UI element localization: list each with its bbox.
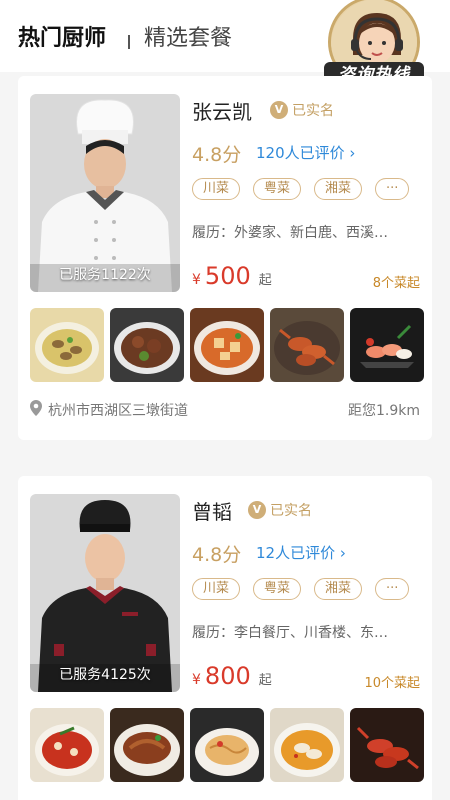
- more-tags-button[interactable]: ···: [375, 178, 410, 200]
- noodles-dish-icon[interactable]: [190, 708, 264, 782]
- chef-name: 张云凯: [192, 100, 252, 124]
- location-pin-icon: [30, 400, 42, 420]
- verified-v-icon: V: [248, 501, 266, 519]
- verified-text: 已实名: [270, 503, 312, 519]
- verified-badge: V 已实名: [248, 500, 312, 520]
- served-count: 已服务1122次: [59, 267, 151, 283]
- price: ¥ 800 起: [192, 662, 272, 690]
- price-value: 800: [204, 662, 251, 690]
- braised-duck-dish-icon[interactable]: [110, 708, 184, 782]
- chef-photo: 已服务1122次: [30, 94, 180, 292]
- distance: 距您1.9km: [347, 403, 420, 419]
- tofu-chili-dish-icon[interactable]: [190, 308, 264, 382]
- chef-name: 曾韬: [192, 500, 232, 524]
- cuisine-tag[interactable]: 川菜: [192, 178, 241, 200]
- chef-rating: 4.8分: [192, 544, 242, 566]
- tab-divider: [128, 35, 130, 49]
- chef-photo: 已服务4125次: [30, 494, 180, 692]
- cuisine-tag[interactable]: 湘菜: [314, 178, 363, 200]
- more-tags-button[interactable]: ···: [375, 578, 410, 600]
- price-suffix: 起: [258, 673, 272, 688]
- boiled-fish-dish-icon[interactable]: [30, 708, 104, 782]
- min-dishes: 10个菜起: [364, 676, 420, 691]
- tab-hot-chefs[interactable]: 热门厨师: [18, 24, 106, 54]
- price-value: 500: [204, 262, 251, 290]
- price-currency: ¥: [192, 272, 201, 288]
- tab-featured-sets[interactable]: 精选套餐: [144, 24, 232, 54]
- chef-rating: 4.8分: [192, 144, 242, 166]
- crayfish-dish-icon[interactable]: [350, 708, 424, 782]
- verified-text: 已实名: [292, 103, 334, 119]
- price-suffix: 起: [258, 273, 272, 288]
- cuisine-tag[interactable]: 粤菜: [253, 178, 302, 200]
- reviews-link[interactable]: 12人已评价 ›: [256, 542, 346, 563]
- sashimi-dish-icon[interactable]: [350, 308, 424, 382]
- cuisine-tags: 川菜 粤菜 湘菜 ···: [192, 178, 410, 200]
- clam-soup-dish-icon[interactable]: [30, 308, 104, 382]
- location-text: 杭州市西湖区三墩街道: [48, 403, 188, 419]
- chef-history: 履历：李白餐厅、川香楼、东…: [192, 625, 388, 641]
- verified-badge: V 已实名: [270, 100, 334, 120]
- chef-card[interactable]: 已服务1122次 张云凯 V 已实名 4.8分 120人已评价 › 川菜 粤菜 …: [18, 76, 432, 440]
- chef-history: 履历：外婆家、新白鹿、西溪…: [192, 225, 388, 241]
- cuisine-tags: 川菜 粤菜 湘菜 ···: [192, 578, 410, 600]
- crayfish-dish-icon[interactable]: [270, 308, 344, 382]
- verified-v-icon: V: [270, 101, 288, 119]
- cuisine-tag[interactable]: 川菜: [192, 578, 241, 600]
- dish-gallery: [30, 308, 424, 382]
- chef-location: 杭州市西湖区三墩街道: [30, 400, 188, 420]
- spicy-fish-dish-icon[interactable]: [270, 708, 344, 782]
- chef-card[interactable]: 已服务4125次 曾韬 V 已实名 4.8分 12人已评价 › 川菜 粤菜 湘菜…: [18, 476, 432, 800]
- cuisine-tag[interactable]: 粤菜: [253, 578, 302, 600]
- price-currency: ¥: [192, 672, 201, 688]
- braised-meat-dish-icon[interactable]: [110, 308, 184, 382]
- min-dishes: 8个菜起: [372, 276, 420, 291]
- cuisine-tag[interactable]: 湘菜: [314, 578, 363, 600]
- reviews-link[interactable]: 120人已评价 ›: [256, 142, 355, 163]
- price: ¥ 500 起: [192, 262, 272, 290]
- served-count: 已服务4125次: [59, 667, 151, 683]
- dish-gallery: [30, 708, 424, 782]
